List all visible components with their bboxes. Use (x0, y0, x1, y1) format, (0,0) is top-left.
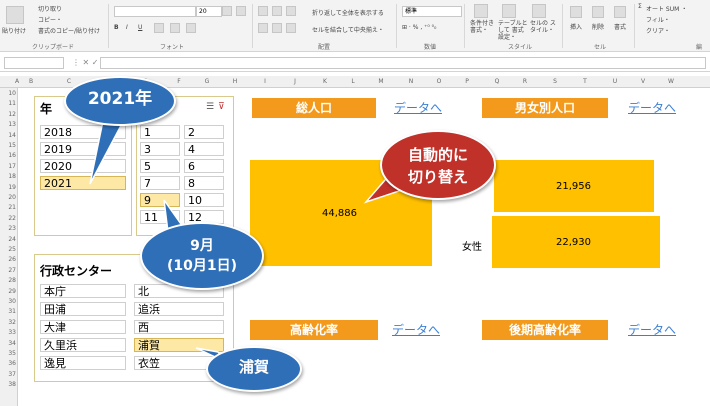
auto-callout-line1: 自動的に (407, 146, 468, 164)
center-callout: 浦賀 (206, 346, 302, 392)
auto-switch-callout: 自動的に 切り替え (380, 130, 496, 200)
month-callout: 9月 (10月1日) (140, 222, 264, 290)
callout-tails (89, 115, 416, 363)
year-callout-tail (89, 115, 128, 185)
month-callout-line1: 9月 (190, 238, 214, 254)
year-callout: 2021年 (64, 76, 176, 126)
month-callout-line2: (10月1日) (166, 258, 238, 274)
auto-callout-line2: 切り替え (407, 168, 468, 186)
